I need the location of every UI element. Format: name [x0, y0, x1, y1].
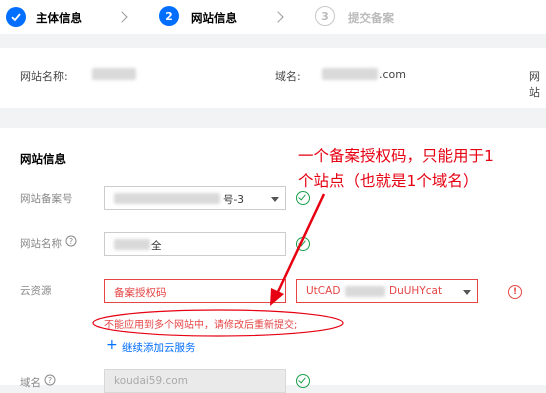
chevron-right-icon	[116, 11, 128, 23]
svg-text:?: ?	[69, 237, 73, 246]
step-3-number: 3	[315, 6, 335, 26]
step-2-label: 网站信息	[191, 11, 237, 25]
site-name-label: 网站名称	[20, 238, 62, 250]
auth-code-input[interactable]: 备案授权码	[104, 279, 286, 303]
redacted-value	[92, 68, 136, 80]
summary-site-name-label: 网站名称:	[20, 70, 68, 83]
add-icon[interactable]: +	[106, 338, 118, 352]
svg-text:?: ?	[48, 376, 52, 385]
help-icon[interactable]: ?	[65, 235, 77, 247]
section-title: 网站信息	[20, 152, 66, 166]
auth-code-value: 备案授权码	[114, 287, 167, 299]
step-1-label: 主体信息	[36, 11, 82, 25]
domain-input[interactable]: koudai59.com	[104, 369, 286, 393]
resource-value-right: DuUHYcat	[389, 285, 443, 297]
step-2-number: 2	[159, 6, 179, 26]
record-no-value: 号-3	[223, 194, 244, 206]
step-bar: 主体信息 2 网站信息 3 提交备案	[0, 0, 546, 34]
cloud-source-label: 云资源	[20, 285, 52, 297]
error-highlight-ellipse	[92, 309, 344, 337]
summary-right-label: 网站	[529, 70, 540, 99]
valid-check-icon	[296, 374, 310, 388]
help-icon[interactable]: ?	[44, 374, 56, 386]
chevron-down-icon	[463, 290, 471, 295]
site-name-input[interactable]: 全	[104, 232, 286, 256]
redacted-value	[114, 193, 220, 204]
chevron-right-icon	[272, 11, 284, 23]
site-summary-card: 网站名称: 域名: .com 网站	[0, 48, 546, 108]
redacted-value	[114, 239, 150, 250]
step-3-label: 提交备案	[348, 11, 394, 25]
annotation-arrow	[270, 193, 326, 306]
summary-domain-value: .com	[379, 68, 406, 81]
redacted-value	[322, 68, 378, 80]
site-name-value: 全	[151, 240, 162, 252]
domain-label: 域名	[20, 377, 41, 389]
step-done-check-icon	[6, 7, 26, 27]
record-no-label: 网站备案号	[20, 193, 73, 205]
add-cloud-service-link[interactable]: 继续添加云服务	[122, 340, 196, 355]
summary-domain-label: 域名:	[275, 70, 301, 83]
record-no-select[interactable]: 号-3	[104, 186, 286, 210]
redacted-value	[345, 286, 385, 297]
domain-value: koudai59.com	[114, 375, 188, 387]
error-icon: !	[508, 285, 522, 299]
annotation-line-1: 一个备案授权码，只能用于1	[298, 147, 494, 165]
